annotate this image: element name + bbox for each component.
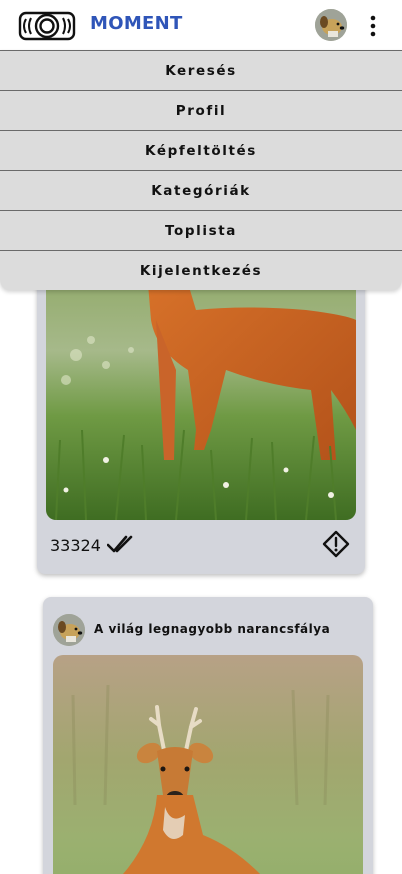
post-photo[interactable] (53, 655, 363, 874)
post-photo[interactable] (46, 260, 356, 520)
author-avatar[interactable] (53, 614, 85, 646)
warning-diamond-icon[interactable] (322, 530, 350, 558)
dropdown-menu: Keresés Profil Képfeltöltés Kategóriák T… (0, 50, 402, 290)
post-title[interactable]: A világ legnagyobb narancsfálya (94, 622, 330, 636)
brand-name[interactable]: MOMENT (90, 13, 183, 34)
roe-deer-meadow-photo (46, 260, 356, 520)
dog-avatar-icon (53, 614, 85, 646)
camera-lens-icon[interactable] (18, 10, 76, 42)
menu-item-search[interactable]: Keresés (0, 50, 402, 90)
menu-item-toplist[interactable]: Toplista (0, 210, 402, 250)
double-check-icon[interactable] (107, 533, 133, 555)
user-avatar[interactable] (315, 9, 347, 41)
dog-avatar-icon (315, 9, 347, 41)
menu-item-profile[interactable]: Profil (0, 90, 402, 130)
roe-deer-buck-photo (53, 655, 363, 874)
post-card: A világ legnagyobb narancsfálya (43, 597, 373, 874)
like-count: 33324 (50, 536, 101, 555)
app-header: MOMENT (0, 0, 402, 50)
kebab-menu-icon[interactable] (364, 12, 382, 40)
menu-item-logout[interactable]: Kijelentkezés (0, 250, 402, 290)
menu-item-upload[interactable]: Képfeltöltés (0, 130, 402, 170)
post-card: 33324 (37, 240, 365, 574)
menu-item-categories[interactable]: Kategóriák (0, 170, 402, 210)
